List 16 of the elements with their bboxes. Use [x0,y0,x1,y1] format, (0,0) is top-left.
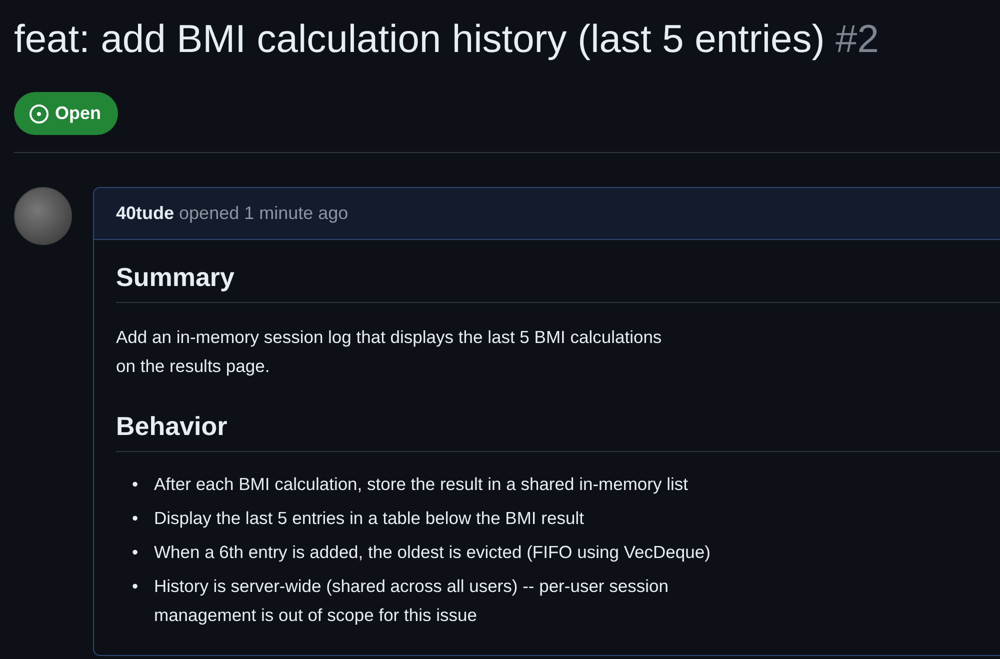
bullet: • [132,507,140,530]
bullet: • [132,575,140,598]
section-heading: Summary [116,260,1000,303]
comment-timestamp: opened 1 minute ago [179,203,348,224]
bullet: • [132,541,140,564]
status-badge: Open [14,92,118,135]
open-circle-icon [29,104,49,124]
issue-title: feat: add BMI calculation history (last 5 entries) #2 [14,17,880,63]
paragraph: Add an in-memory session log that displays the last 5 BMI calculations on the results page. [116,326,663,378]
author-link[interactable]: 40tude [116,203,174,224]
list-item: History is server-wide (shared across all users) -- per-user session management is out of scope for this issue [154,575,668,627]
list-item: Display the last 5 entries in a table below the BMI result [154,507,584,530]
list-item: After each BMI calculation, store the result in a shared in-memory list [154,473,688,496]
section-heading: Behavior [116,409,1000,452]
bullet: • [132,473,140,496]
list-item: When a 6th entry is added, the oldest is evicted (FIFO using VecDeque) [154,541,710,564]
